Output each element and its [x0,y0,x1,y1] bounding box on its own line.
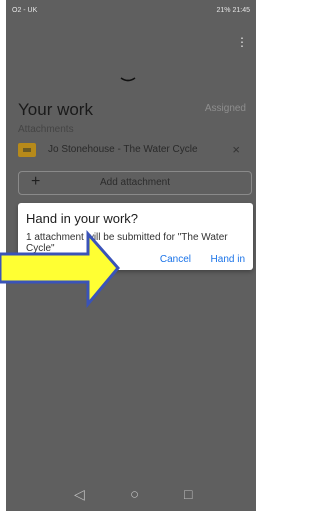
carrier-label: O2 - UK [12,6,38,14]
back-icon[interactable]: ◁ [74,486,85,503]
add-attachment-button[interactable]: + Add attachment [18,171,252,195]
navigation-bar: ◁ ○ □ [6,479,256,511]
attachment-title[interactable]: Jo Stonehouse - The Water Cycle [48,144,198,155]
home-icon[interactable]: ○ [130,486,139,503]
dialog-message: 1 attachment will be submitted for "The … [26,232,228,254]
slides-icon [18,143,36,157]
assignment-status: Assigned [204,103,246,114]
sheet-handle-icon[interactable] [120,76,136,84]
overflow-menu-icon[interactable]: ⋮ [236,36,248,48]
hand-in-dialog: Hand in your work? 1 attachment will be … [18,203,253,270]
attachment-item[interactable]: Jo Stonehouse - The Water Cycle × [18,140,250,162]
attachments-heading: Attachments [18,124,74,135]
hand-in-button[interactable]: Hand in [211,254,245,265]
battery-time: 21% 21:45 [216,6,250,14]
add-attachment-label: Add attachment [99,177,171,188]
phone-screen: O2 - UK 21% 21:45 ⋮ Your work Assigned A… [6,0,256,511]
status-bar: O2 - UK 21% 21:45 [6,0,256,20]
cancel-button[interactable]: Cancel [160,254,191,265]
your-work-title: Your work [18,100,93,119]
recent-apps-icon[interactable]: □ [184,486,192,502]
remove-attachment-icon[interactable]: × [232,142,240,157]
dialog-title: Hand in your work? [26,211,138,226]
